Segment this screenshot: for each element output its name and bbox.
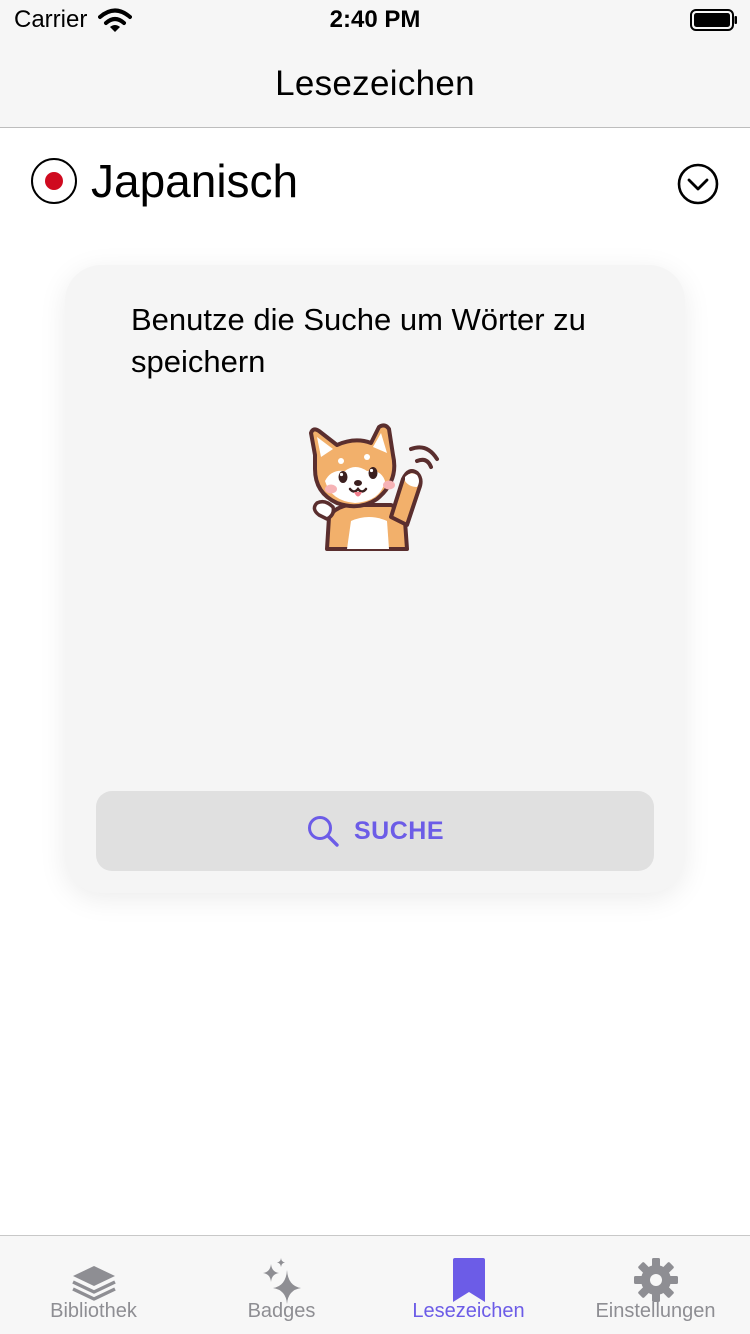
tab-badges[interactable]: Badges [188,1236,375,1334]
tab-lesezeichen[interactable]: Lesezeichen [375,1236,562,1334]
tab-label: Einstellungen [595,1300,716,1322]
status-bar: Carrier 2:40 PM [0,0,750,40]
language-name: Japanisch [91,155,299,207]
navigation-bar: Lesezeichen [0,40,750,128]
language-selector[interactable]: Japanisch [0,130,750,240]
tab-bibliothek[interactable]: Bibliothek [0,1236,187,1334]
battery-icon [690,9,737,31]
page-title: Lesezeichen [275,64,475,103]
tab-bar: Bibliothek Badges Lesezeichen Einstellun… [0,1235,750,1334]
gear-icon [633,1258,678,1302]
tab-label: Lesezeichen [412,1300,525,1322]
chevron-down-circle-icon[interactable] [677,163,719,205]
layers-icon [71,1266,116,1301]
japan-flag-icon [31,158,77,204]
shiba-dog-waving-illustration [309,423,439,551]
bookmarks-screen: Carrier 2:40 PM Lesezeichen Japanisch Be… [0,0,750,1334]
status-time: 2:40 PM [329,6,421,33]
tab-label: Bibliothek [50,1300,137,1322]
sparkles-icon [262,1258,301,1304]
search-button-label: SUCHE [353,816,444,845]
empty-state-card: Benutze die Suche um Wörter zu speichern [65,265,685,893]
search-button[interactable]: SUCHE [96,791,654,871]
empty-state-message: Benutze die Suche um Wörter zu speichern [131,302,586,379]
tab-einstellungen[interactable]: Einstellungen [562,1236,749,1334]
search-icon [307,816,339,847]
bookmark-icon [452,1258,485,1302]
tab-label: Badges [247,1300,316,1322]
